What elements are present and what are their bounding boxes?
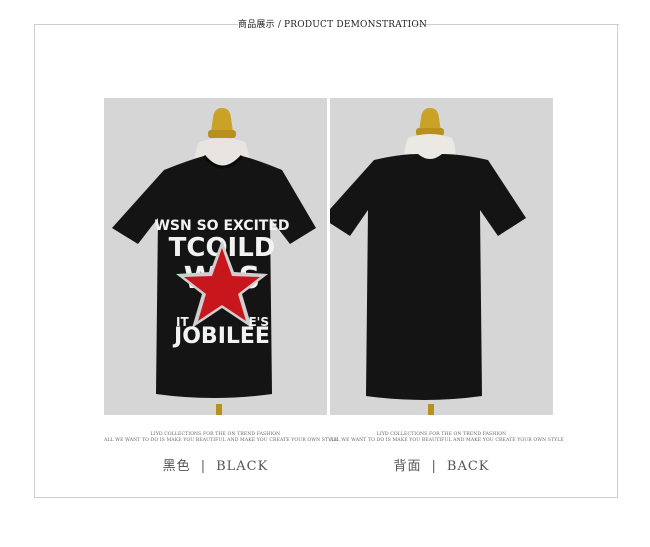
back-tshirt-illustration [330, 98, 553, 415]
front-caption-separator: | [200, 459, 207, 474]
front-tshirt-illustration: WSN SO EXCITED TCOILD WAS IT E'S JOBILEE [104, 98, 327, 415]
front-caption-cn: 黑色 [162, 459, 191, 474]
back-tagline-line-2: ALL WE WANT TO DO IS MAKE YOU BEAUTIFUL … [330, 438, 564, 443]
front-tagline-line-2: ALL WE WANT TO DO IS MAKE YOU BEAUTIFUL … [104, 438, 338, 443]
back-tagline: LIYD COLLECTIONS FOR THE ON TREND FASHIO… [330, 432, 564, 444]
front-product-photo: WSN SO EXCITED TCOILD WAS IT E'S JOBILEE [104, 98, 327, 415]
header-title-cn: 商品展示 [238, 20, 275, 30]
front-caption: 黑色 | BLACK [104, 455, 327, 474]
back-caption-separator: | [431, 459, 437, 474]
back-caption-en: BACK [446, 459, 490, 474]
mannequin-stand [428, 404, 434, 415]
header-separator: / [277, 20, 282, 30]
mannequin-cap [208, 130, 236, 138]
back-caption: 背面 | BACK [330, 455, 553, 474]
front-tagline: LIYD COLLECTIONS FOR THE ON TREND FASHIO… [104, 432, 338, 444]
back-product-photo [330, 98, 553, 415]
header-title-en: PRODUCT DEMONSTRATION [284, 20, 428, 30]
section-header: 商品展示 / PRODUCT DEMONSTRATION [238, 17, 427, 30]
front-print-line-6: JOBILEE [172, 324, 270, 349]
mannequin-stand [216, 404, 222, 415]
back-caption-cn: 背面 [393, 459, 422, 474]
front-print-line-1: WSN SO EXCITED [154, 218, 289, 234]
front-caption-en: BLACK [216, 459, 269, 474]
